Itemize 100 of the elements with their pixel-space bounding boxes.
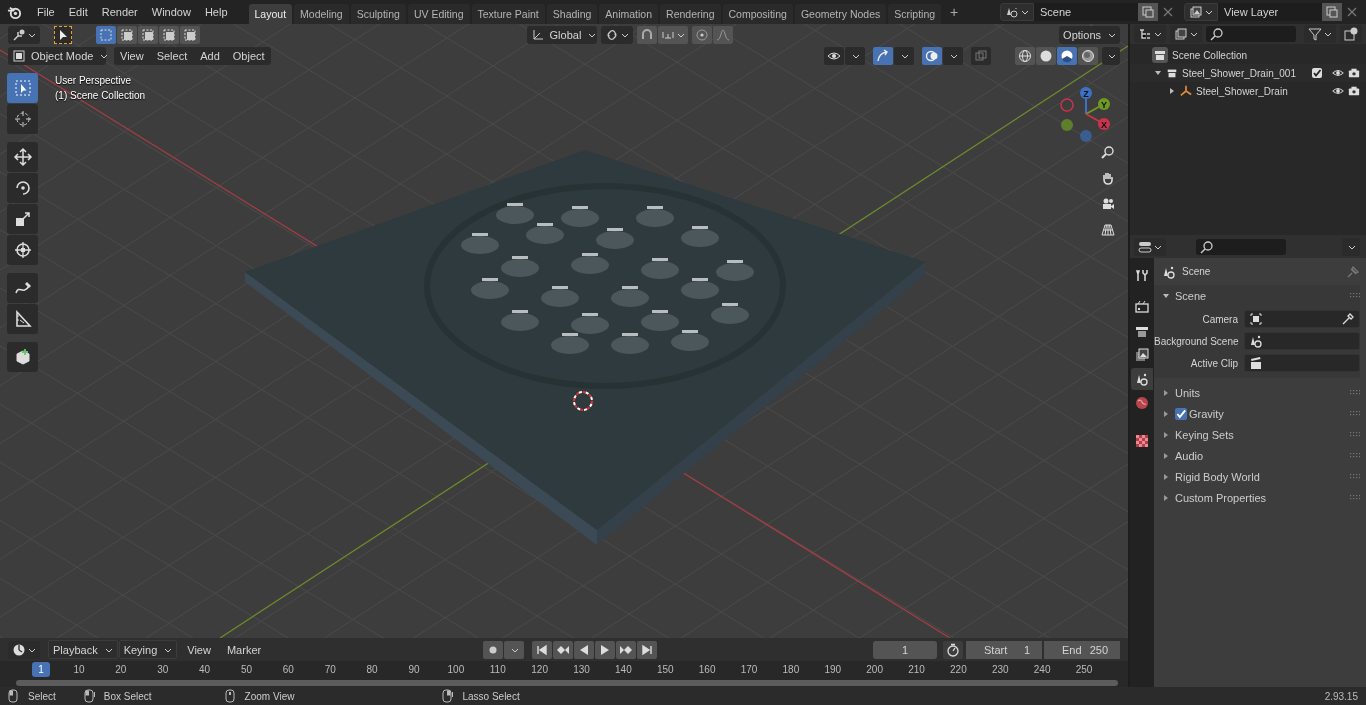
menu-item[interactable]: Help [197,2,235,22]
properties-tab[interactable] [1131,368,1153,390]
overlay-toggle[interactable] [922,47,942,65]
timeline-menu-item[interactable]: Marker [220,640,268,659]
panel-header[interactable]: Scene [1175,289,1207,302]
drag-handle-icon[interactable] [1350,410,1360,417]
search-field[interactable] [1206,26,1296,42]
tool-button[interactable] [7,235,38,265]
camera-icon[interactable] [1348,67,1360,79]
disclosure-triangle-icon[interactable] [1162,472,1170,481]
editor-type-button[interactable] [1134,237,1166,256]
exclude-checkbox[interactable] [1312,68,1322,78]
options-dropdown[interactable]: Options [1059,26,1120,44]
camera-field[interactable] [1244,310,1360,328]
workspace-tab[interactable]: Texture Paint [471,4,545,24]
falloff-button[interactable] [712,26,733,44]
select-tool-button[interactable] [54,26,72,44]
play-reverse-button[interactable] [574,640,595,659]
search-field[interactable] [1196,238,1286,255]
menu-item[interactable]: Window [144,2,198,22]
viewport-menu-item[interactable]: Add [194,47,226,65]
drag-handle-icon[interactable] [1350,389,1360,396]
mode-dropdown[interactable]: Object Mode [8,47,106,65]
outliner-item[interactable]: Steel_Shower_Drain [1196,85,1288,97]
tool-button[interactable] [7,142,38,172]
menu-item[interactable]: Render [94,2,145,22]
shading-mode-button[interactable] [1057,47,1077,65]
duplicate-button[interactable] [1322,3,1342,21]
menu-item[interactable]: File [30,2,62,22]
editor-type-button[interactable] [8,26,40,44]
pivot-point-button[interactable] [600,26,633,44]
tool-button[interactable] [7,273,38,303]
new-collection-button[interactable] [1340,25,1362,43]
display-mode-button[interactable] [1134,25,1166,43]
workspace-tab[interactable]: Rendering [660,4,721,24]
workspace-tab[interactable]: Layout [248,4,293,24]
disclosure-triangle-icon[interactable] [1162,430,1170,439]
disclosure-triangle-icon[interactable] [1162,291,1170,300]
scene-name-field[interactable]: Scene [1034,3,1138,21]
tool-button[interactable] [7,104,38,134]
drag-handle-icon[interactable] [1350,452,1360,459]
selection-mode-button[interactable] [180,26,200,44]
toggle-options-button[interactable] [943,47,963,65]
pin-icon[interactable] [1346,264,1360,279]
disclosure-triangle-icon[interactable] [1162,409,1170,418]
end-frame-field[interactable]: End 250 [1044,640,1120,659]
tool-button[interactable] [7,342,38,372]
shading-mode-button[interactable] [1015,47,1035,65]
viewport-menu-item[interactable]: Select [150,47,194,65]
viewport-menu-item[interactable]: Object [226,47,271,65]
outliner-item[interactable]: Steel_Shower_Drain_001 [1182,67,1296,79]
clip-field[interactable] [1244,354,1360,372]
eye-icon[interactable] [1332,85,1344,97]
next-keyframe-button[interactable] [616,640,637,659]
view-layer-type-button[interactable] [1184,3,1218,21]
play-button[interactable] [595,640,616,659]
shading-mode-button[interactable] [1078,47,1098,65]
snap-button[interactable] [636,26,657,44]
eye-icon[interactable] [1332,67,1344,79]
panel-header[interactable]: Rigid Body World [1175,470,1260,483]
toggle-options-button[interactable] [894,47,914,65]
view-layer-filter-button[interactable] [1170,25,1202,43]
panel-header[interactable]: Gravity [1189,407,1224,420]
shading-mode-button[interactable] [1036,47,1056,65]
disclosure-triangle-icon[interactable] [1162,388,1170,397]
scene-type-button[interactable] [1000,3,1034,21]
drag-handle-icon[interactable] [1350,494,1360,501]
gizmo-toggle[interactable] [873,47,893,65]
panel-header[interactable]: Custom Properties [1175,491,1267,504]
workspace-tab[interactable]: Compositing [722,4,793,24]
drag-handle-icon[interactable] [1350,292,1360,299]
menu-item[interactable]: Edit [61,2,95,22]
tool-button[interactable] [7,304,38,334]
panel-header[interactable]: Audio [1175,449,1204,462]
start-frame-field[interactable]: Start 1 [966,640,1042,659]
editor-type-button[interactable] [8,640,40,659]
jump-to-end-button[interactable] [637,640,658,659]
selection-mode-button[interactable] [138,26,158,44]
tool-button[interactable] [7,173,38,203]
disclosure-triangle-icon[interactable] [1162,493,1170,502]
workspace-tab[interactable]: Sculpting [350,4,406,24]
filter-button[interactable] [1304,25,1336,43]
timeline-menu-item[interactable]: View [181,640,217,659]
previous-keyframe-button[interactable] [553,640,574,659]
selection-mode-button[interactable] [159,26,179,44]
duplicate-button[interactable] [1138,3,1158,21]
workspace-tab[interactable]: Scripting [888,4,942,24]
disclosure-triangle-icon[interactable] [1162,451,1170,460]
playhead-frame-marker[interactable]: 1 [32,662,50,677]
snap-target-button[interactable] [657,26,688,44]
drag-handle-icon[interactable] [1350,431,1360,438]
viewport-menu-item[interactable]: View [114,47,150,65]
current-frame-field[interactable]: 1 [873,640,937,659]
workspace-tab[interactable]: UV Editing [407,4,470,24]
blender-logo-icon[interactable] [7,4,22,20]
workspace-tab[interactable]: Geometry Nodes [794,4,887,24]
transform-orientation-dropdown[interactable]: Global [526,26,597,44]
outliner-item[interactable]: Scene Collection [1172,49,1248,61]
xray-toggle[interactable] [971,47,991,65]
view-layer-name-field[interactable]: View Layer [1218,3,1322,21]
